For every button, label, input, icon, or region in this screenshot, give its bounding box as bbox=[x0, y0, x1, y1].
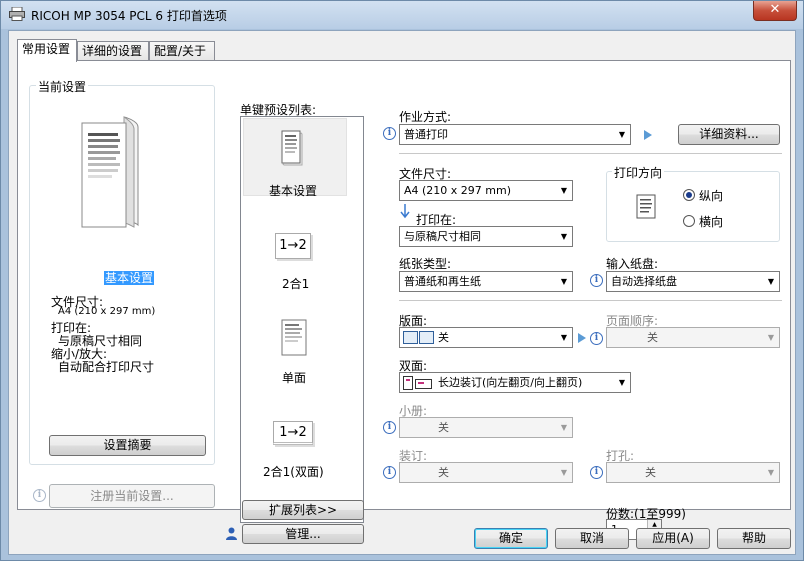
input-tray-select[interactable]: 自动选择纸盘 ▼ bbox=[606, 271, 780, 292]
cancel-button[interactable]: 取消 bbox=[555, 528, 629, 549]
info-icon[interactable]: i bbox=[383, 127, 396, 140]
preset-item-basic[interactable]: 基本设置 bbox=[241, 118, 363, 198]
dialog-client: 常用设置 详细的设置 配置/关于 当前设置 基本设置 文件尺寸: A4 (210… bbox=[8, 30, 796, 555]
preset-item-single-sided[interactable]: 单面 bbox=[241, 317, 363, 387]
info-icon[interactable]: i bbox=[383, 421, 396, 434]
booklet-value: 关 bbox=[438, 421, 449, 434]
separator bbox=[399, 300, 782, 301]
preset-list[interactable]: 基本设置 1→2 2合1 单面 1→2 2合1(双面) bbox=[240, 116, 364, 523]
info-icon[interactable]: i bbox=[590, 332, 603, 345]
page-order-select[interactable]: 关 ▼ bbox=[606, 327, 780, 348]
duplex-value: 长边装订(向左翻页/向上翻页) bbox=[438, 376, 583, 389]
play-arrow-icon bbox=[644, 130, 652, 140]
manage-button[interactable]: 管理... bbox=[242, 524, 364, 544]
preset-label: 2合1 bbox=[282, 277, 310, 291]
down-arrow-icon bbox=[400, 204, 410, 219]
job-type-value: 普通打印 bbox=[404, 128, 448, 141]
preset-label: 2合1(双面) bbox=[263, 465, 324, 479]
page-order-value: 关 bbox=[647, 331, 658, 344]
chevron-down-icon: ▼ bbox=[767, 333, 775, 342]
tab-label: 详细的设置 bbox=[82, 44, 143, 58]
info-icon[interactable]: i bbox=[590, 274, 603, 287]
chevron-down-icon: ▼ bbox=[560, 468, 568, 477]
close-button[interactable]: ✕ bbox=[753, 1, 797, 21]
tab-label: 配置/关于 bbox=[154, 44, 207, 58]
job-type-label: 作业方式: bbox=[399, 110, 452, 124]
duplex-select[interactable]: 长边装订(向左翻页/向上翻页) ▼ bbox=[399, 372, 631, 393]
document-preview-icon bbox=[81, 116, 139, 228]
info-icon[interactable]: i bbox=[590, 466, 603, 479]
tab-common-settings[interactable]: 常用设置 bbox=[17, 39, 77, 62]
chevron-down-icon: ▼ bbox=[618, 378, 626, 387]
summary-paper-size-value: A4 (210 x 297 mm) bbox=[58, 306, 156, 317]
paper-type-value: 普通纸和再生纸 bbox=[404, 275, 481, 288]
input-tray-value: 自动选择纸盘 bbox=[611, 275, 677, 288]
tab-configuration-about[interactable]: 配置/关于 bbox=[149, 41, 215, 61]
chevron-down-icon: ▼ bbox=[767, 277, 775, 286]
job-type-select[interactable]: 普通打印 ▼ bbox=[399, 124, 631, 145]
title-bar[interactable]: RICOH MP 3054 PCL 6 打印首选项 ✕ bbox=[1, 1, 803, 29]
paper-type-label: 纸张类型: bbox=[399, 257, 452, 271]
booklet-select[interactable]: 关 ▼ bbox=[399, 417, 573, 438]
document-icon bbox=[281, 130, 303, 166]
layout-select[interactable]: 关 ▼ bbox=[399, 327, 573, 348]
orientation-landscape-label: 横向 bbox=[699, 215, 724, 229]
preset-item-2in1[interactable]: 1→2 2合1 bbox=[241, 227, 363, 297]
info-icon[interactable]: i bbox=[383, 466, 396, 479]
chevron-down-icon: ▼ bbox=[560, 186, 568, 195]
print-on-value: 与原稿尺寸相同 bbox=[404, 230, 481, 243]
print-on-select[interactable]: 与原稿尺寸相同 ▼ bbox=[399, 226, 573, 247]
document-size-select[interactable]: A4 (210 x 297 mm) ▼ bbox=[399, 180, 573, 201]
ok-button[interactable]: 确定 bbox=[474, 528, 548, 549]
info-icon: i bbox=[33, 489, 46, 502]
printer-icon bbox=[9, 7, 25, 21]
separator bbox=[399, 153, 782, 154]
chevron-down-icon: ▼ bbox=[560, 333, 568, 342]
register-current-settings-button[interactable]: 注册当前设置... bbox=[49, 484, 215, 508]
document-size-value: A4 (210 x 297 mm) bbox=[404, 184, 512, 197]
chevron-down-icon: ▼ bbox=[560, 423, 568, 432]
single-sided-icon bbox=[281, 319, 307, 356]
layout-pages-icon bbox=[403, 331, 434, 344]
paper-type-select[interactable]: 普通纸和再生纸 ▼ bbox=[399, 271, 573, 292]
apply-button[interactable]: 应用(A) bbox=[636, 528, 710, 549]
preset-label: 基本设置 bbox=[269, 184, 318, 198]
summary-zoom-value: 自动配合打印尺寸 bbox=[58, 360, 155, 374]
tab-detailed-settings[interactable]: 详细的设置 bbox=[77, 41, 149, 61]
preset-label: 单面 bbox=[282, 371, 307, 385]
binding-select[interactable]: 关 ▼ bbox=[399, 462, 573, 483]
orientation-portrait-label: 纵向 bbox=[699, 189, 724, 203]
settings-summary-button[interactable]: 设置摘要 bbox=[49, 435, 206, 456]
orientation-portrait-radio[interactable] bbox=[683, 189, 695, 201]
preset-item-2in1-duplex[interactable]: 1→2 2合1(双面) bbox=[241, 417, 363, 497]
tab-label: 常用设置 bbox=[22, 42, 71, 56]
play-arrow-icon bbox=[578, 333, 586, 343]
window-title: RICOH MP 3054 PCL 6 打印首选项 bbox=[31, 9, 227, 23]
binding-value: 关 bbox=[438, 466, 449, 479]
chevron-down-icon: ▼ bbox=[560, 232, 568, 241]
help-button[interactable]: 帮助 bbox=[717, 528, 791, 549]
orientation-group bbox=[606, 171, 780, 242]
portrait-page-icon bbox=[636, 194, 656, 219]
close-icon: ✕ bbox=[769, 2, 781, 17]
current-settings-title: 当前设置 bbox=[36, 78, 89, 95]
dialog-window: RICOH MP 3054 PCL 6 打印首选项 ✕ 常用设置 详细的设置 配… bbox=[0, 0, 804, 561]
orientation-title: 打印方向 bbox=[612, 164, 665, 181]
two-in-one-icon: 1→2 bbox=[275, 233, 311, 259]
punch-value: 关 bbox=[645, 466, 656, 479]
chevron-down-icon: ▼ bbox=[767, 468, 775, 477]
orientation-landscape-radio[interactable] bbox=[683, 215, 695, 227]
layout-value: 关 bbox=[438, 331, 449, 344]
duplex-long-edge-icon bbox=[403, 376, 432, 390]
two-in-one-duplex-icon: 1→2 bbox=[273, 421, 313, 445]
common-settings-panel: 当前设置 基本设置 文件尺寸: A4 (210 x 297 mm) 打印在: 与… bbox=[17, 60, 791, 544]
punch-select[interactable]: 关 ▼ bbox=[606, 462, 780, 483]
user-icon bbox=[226, 527, 237, 540]
expand-list-button[interactable]: 扩展列表>> bbox=[242, 500, 364, 520]
details-button[interactable]: 详细资料... bbox=[678, 124, 780, 145]
current-preset-name: 基本设置 bbox=[104, 271, 155, 285]
chevron-down-icon: ▼ bbox=[560, 277, 568, 286]
chevron-down-icon: ▼ bbox=[618, 130, 626, 139]
input-tray-label: 输入纸盘: bbox=[606, 257, 659, 271]
